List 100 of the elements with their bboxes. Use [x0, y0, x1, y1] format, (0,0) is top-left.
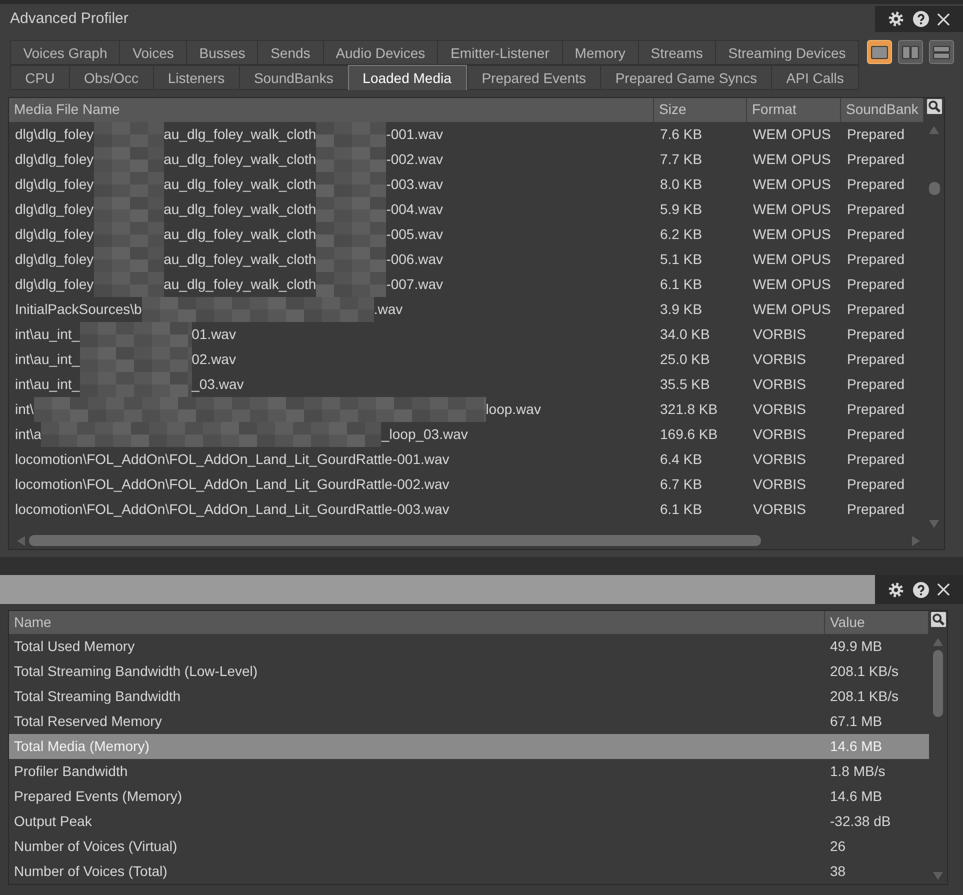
file-name-text: int\ [15, 400, 34, 419]
table-cell-text: Prepared [846, 200, 906, 219]
scrollbar-thumb[interactable] [29, 535, 761, 546]
table-cell-text: VORBIS [752, 475, 807, 494]
tab[interactable]: Voices [119, 40, 186, 65]
table-cell-text: Prepared [846, 400, 906, 419]
down-arrow-icon[interactable] [933, 872, 943, 880]
pixelated-redaction [316, 222, 386, 247]
settings-icon[interactable] [888, 582, 904, 598]
table-cell-text: WEM OPUS [752, 150, 832, 169]
layout-button[interactable] [898, 40, 923, 64]
up-arrow-icon[interactable] [933, 638, 943, 646]
file-name-text: au_dlg_foley_walk_cloth [164, 175, 316, 194]
help-icon[interactable] [912, 11, 928, 27]
tab[interactable]: Prepared Events [466, 65, 600, 90]
file-name-text: dlg\dlg_foley [15, 250, 94, 269]
table-cell-text: 5.1 KB [659, 250, 704, 269]
table-cell-text: 169.6 KB [659, 425, 719, 444]
pixelated-redaction [94, 247, 164, 272]
file-name-text: 02.wav [192, 350, 236, 369]
table-cell-text: Prepared [846, 300, 906, 319]
scrollbar-thumb[interactable] [928, 182, 940, 195]
table-cell-text: WEM OPUS [752, 225, 832, 244]
file-name-text: -002.wav [386, 150, 443, 169]
table-cell-text: 6.1 KB [659, 275, 704, 294]
file-name-text: loop.wav [486, 400, 541, 419]
table-cell-text: Prepared [846, 225, 906, 244]
tab[interactable]: Busses [186, 40, 258, 65]
close-icon[interactable] [937, 583, 950, 596]
column-header[interactable]: Size [654, 98, 747, 122]
tab[interactable]: Prepared Game Syncs [600, 65, 772, 90]
layout-button[interactable] [929, 40, 954, 64]
scrollbar-thumb[interactable] [933, 650, 943, 717]
tab[interactable]: Emitter-Listener [437, 40, 562, 65]
file-name-text: au_dlg_foley_walk_cloth [164, 275, 316, 294]
table-cell-text: VORBIS [752, 350, 807, 369]
table-cell-text: 14.6 MB [829, 787, 884, 806]
table-cell-text: 1.8 MB/s [829, 762, 886, 781]
layout-button[interactable] [867, 40, 892, 64]
table-cell-text: 6.7 KB [659, 475, 704, 494]
right-arrow-icon[interactable] [912, 536, 920, 546]
help-icon[interactable] [912, 582, 928, 598]
close-icon[interactable] [937, 12, 950, 26]
down-arrow-icon[interactable] [929, 520, 939, 528]
pixelated-redaction [94, 197, 164, 222]
file-name-text: au_dlg_foley_walk_cloth [164, 200, 316, 219]
file-name-text: dlg\dlg_foley [15, 175, 94, 194]
file-name-text: -007.wav [386, 275, 443, 294]
table-row[interactable]: Total Media (Memory) 14.6 MB [9, 734, 929, 759]
up-arrow-icon[interactable] [929, 126, 939, 134]
two-columns-icon [902, 46, 919, 58]
table-cell-text: Prepared [846, 450, 906, 469]
window-title: Advanced Profiler [10, 9, 128, 29]
table-cell-text: 5.9 KB [659, 200, 704, 219]
tab[interactable]: Audio Devices [322, 40, 438, 65]
tab[interactable]: Streams [638, 40, 716, 65]
file-name-text: 01.wav [192, 325, 236, 344]
table-cell-text: Prepared [846, 125, 906, 144]
search-icon[interactable] [926, 99, 942, 114]
file-name-text: dlg\dlg_foley [15, 225, 94, 244]
tab[interactable]: Streaming Devices [715, 40, 859, 65]
tab[interactable]: SoundBanks [238, 65, 348, 90]
table-cell-text: 321.8 KB [659, 400, 719, 419]
table-cell-text: VORBIS [752, 400, 807, 419]
tab[interactable]: Voices Graph [10, 40, 120, 65]
pixelated-redaction [316, 147, 386, 172]
left-arrow-icon[interactable] [17, 536, 25, 546]
column-header[interactable]: Format [747, 98, 841, 122]
tab[interactable]: Sends [257, 40, 322, 65]
file-name-text: dlg\dlg_foley [15, 150, 94, 169]
file-name-text: _loop_03.wav [381, 425, 468, 444]
table-cell-text: VORBIS [752, 450, 807, 469]
table-cell-text: WEM OPUS [752, 125, 832, 144]
table-cell-text: VORBIS [752, 500, 807, 519]
table-cell-text: VORBIS [752, 325, 807, 344]
table-cell-text: Number of Voices (Virtual) [13, 837, 178, 856]
table-cell-text: 6.4 KB [659, 450, 704, 469]
table-cell-text: Total Used Memory [13, 637, 136, 656]
search-icon[interactable] [930, 612, 946, 627]
table-cell-text: Prepared [846, 275, 906, 294]
table-cell-text: 7.7 KB [659, 150, 704, 169]
tab[interactable]: Obs/Occ [68, 65, 153, 90]
file-name-text: int\a [15, 425, 42, 444]
pixelated-redaction [316, 247, 386, 272]
table-cell-text: 208.1 KB/s [829, 662, 900, 681]
tab[interactable]: API Calls [771, 65, 859, 90]
tab[interactable]: Loaded Media [348, 65, 467, 90]
table-cell-text: Prepared [846, 250, 906, 269]
tab[interactable]: CPU [10, 65, 69, 90]
file-name-text: dlg\dlg_foley [15, 200, 94, 219]
file-name-text: int\au_int_ [15, 350, 80, 369]
settings-icon[interactable] [888, 11, 904, 27]
file-name-text: dlg\dlg_foley [15, 275, 94, 294]
table-cell-text: 8.0 KB [659, 175, 704, 194]
tab[interactable]: Listeners [152, 65, 239, 90]
file-name-text: int\au_int_ [15, 325, 80, 344]
table-cell-text: VORBIS [752, 425, 807, 444]
tab[interactable]: Memory [562, 40, 638, 65]
table-cell-text: 25.0 KB [659, 350, 711, 369]
single-pane-icon [871, 46, 888, 58]
